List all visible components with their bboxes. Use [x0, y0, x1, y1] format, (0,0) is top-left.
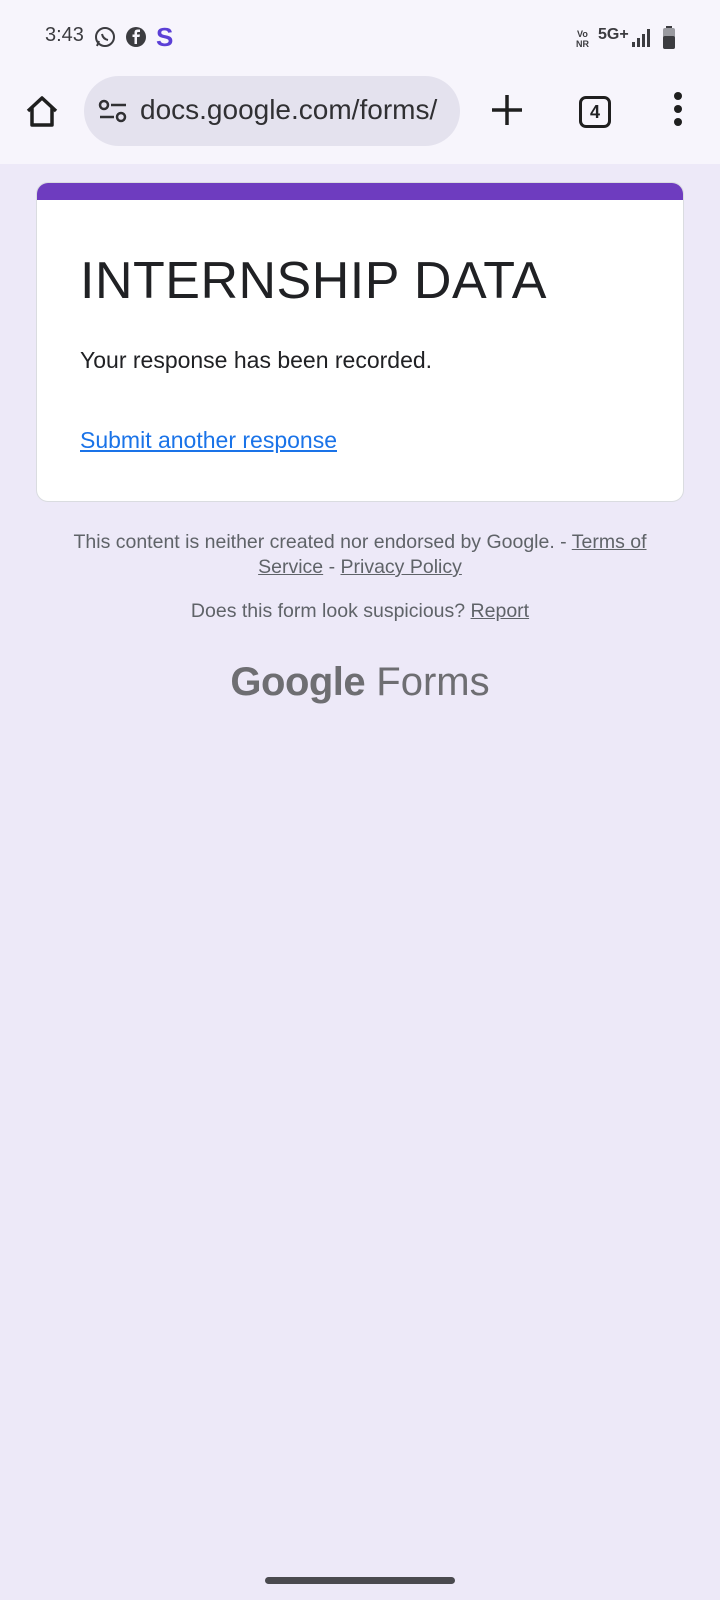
battery-icon: [663, 26, 675, 49]
privacy-policy-link[interactable]: Privacy Policy: [341, 556, 462, 578]
brand-forms: Forms: [365, 660, 490, 704]
separator: -: [323, 556, 341, 578]
disclaimer: This content is neither created nor endo…: [40, 530, 680, 580]
signal-icon: [632, 29, 650, 47]
browser-toolbar: docs.google.com/forms/ 4: [0, 76, 720, 164]
form-confirmation-card: INTERNSHIP DATA Your response has been r…: [36, 182, 684, 502]
brand-google: Google: [230, 660, 366, 704]
report-link[interactable]: Report: [471, 600, 530, 622]
s-app-icon: S: [156, 24, 173, 50]
url-text[interactable]: docs.google.com/forms/: [140, 94, 452, 126]
status-bar: 3:43 S Vo NR 5G+: [0, 0, 720, 76]
address-bar[interactable]: docs.google.com/forms/: [84, 76, 460, 146]
gesture-nav-bar[interactable]: [265, 1577, 455, 1584]
site-settings-icon[interactable]: [98, 99, 128, 125]
whatsapp-icon: [95, 27, 115, 47]
card-accent-bar: [37, 183, 683, 200]
suspicious-text: Does this form look suspicious?: [190, 600, 471, 622]
volte-icon: Vo NR: [576, 29, 589, 48]
facebook-icon: [126, 27, 146, 47]
submit-another-response-link[interactable]: Submit another response: [80, 427, 337, 454]
svg-text:S: S: [156, 24, 173, 50]
svg-text:NR: NR: [576, 39, 589, 48]
google-forms-logo[interactable]: Google Forms: [0, 660, 720, 705]
home-icon[interactable]: [22, 92, 62, 132]
confirmation-message: Your response has been recorded.: [80, 347, 433, 373]
form-title: INTERNSHIP DATA: [80, 252, 547, 310]
suspicious-notice: Does this form look suspicious? Report: [40, 600, 680, 623]
disclaimer-text: This content is neither created nor endo…: [73, 531, 572, 553]
overflow-menu-icon[interactable]: [668, 92, 688, 132]
tab-switcher-button[interactable]: 4: [579, 96, 611, 128]
new-tab-icon[interactable]: [488, 91, 526, 129]
svg-text:Vo: Vo: [577, 29, 588, 39]
network-type: 5G+: [598, 26, 629, 43]
status-time: 3:43: [45, 24, 84, 46]
